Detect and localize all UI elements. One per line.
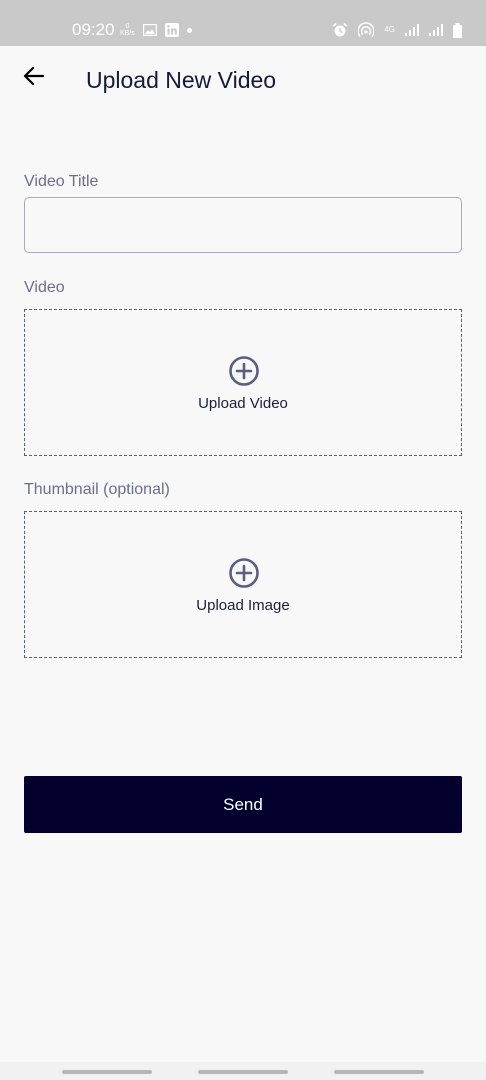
page-title: Upload New Video — [86, 67, 277, 93]
app-bar: Upload New Video — [0, 46, 486, 114]
network-speed-unit: KB/s — [120, 30, 135, 37]
gallery-icon — [142, 24, 157, 36]
alarm-icon — [332, 22, 348, 38]
status-time: 09:20 — [72, 20, 115, 39]
video-title-input[interactable] — [24, 197, 462, 253]
system-navigation-bar — [0, 1062, 486, 1080]
network-type-label: 4G — [384, 25, 395, 34]
signal-1-icon — [405, 24, 419, 36]
add-circle-icon — [228, 557, 260, 589]
notification-dot-icon — [186, 27, 192, 33]
add-circle-icon — [228, 355, 260, 387]
network-speed-value: 0 — [125, 23, 130, 30]
signal-2-icon — [429, 24, 443, 36]
send-button[interactable]: Send — [24, 776, 462, 833]
hotspot-icon — [358, 22, 375, 38]
upload-image-label: Upload Image — [196, 597, 290, 614]
upload-image-area[interactable]: Upload Image — [24, 511, 462, 658]
status-icons-left: 0 KB/s — [120, 20, 192, 40]
network-speed-indicator: 0 KB/s — [120, 23, 135, 37]
linkedin-icon — [164, 23, 179, 37]
nav-recents-pill[interactable] — [62, 1070, 152, 1074]
status-icons-right: 4G — [332, 20, 462, 40]
nav-back-pill[interactable] — [334, 1070, 424, 1074]
video-title-label: Video Title — [24, 173, 99, 190]
upload-video-label: Upload Video — [198, 395, 288, 412]
upload-video-area[interactable]: Upload Video — [24, 309, 462, 456]
status-bar: 09:20 0 KB/s 4G — [0, 0, 486, 46]
battery-icon — [453, 22, 462, 38]
arrow-left-icon — [23, 66, 45, 91]
video-label: Video — [24, 279, 65, 296]
thumbnail-label: Thumbnail (optional) — [24, 481, 170, 498]
back-button[interactable] — [16, 60, 52, 96]
nav-home-pill[interactable] — [198, 1070, 288, 1074]
